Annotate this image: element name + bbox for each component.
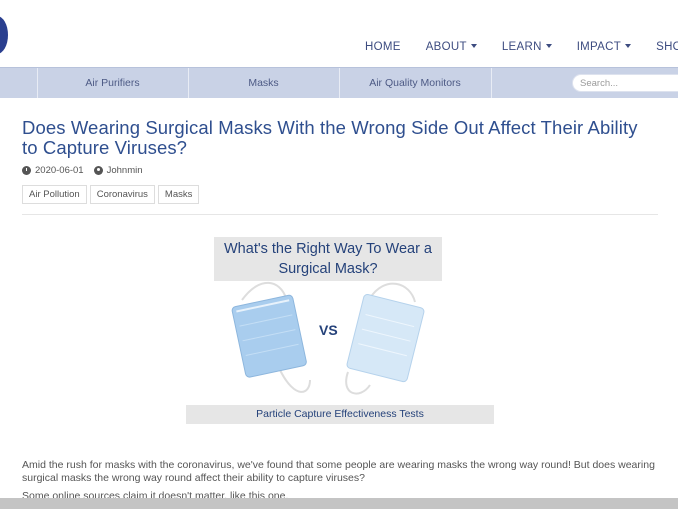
tag-masks[interactable]: Masks [157,185,200,204]
vs-label: VS [319,322,338,338]
article-title: Does Wearing Surgical Masks With the Wro… [22,117,638,158]
nav-about-label: ABOUT [425,41,467,53]
tag-coronavirus[interactable]: Coronavirus [89,185,155,204]
surgical-masks-illustration [231,281,425,395]
horizontal-scrollbar[interactable] [0,498,678,509]
clock-icon [22,166,31,175]
image-caption: Particle Capture Effectiveness Tests [186,405,494,424]
category-nav: Air Purifiers Masks Air Quality Monitors… [0,67,678,98]
divider [491,68,492,98]
search-input[interactable]: Search... [572,74,678,92]
chevron-down-icon [625,44,632,48]
nav-impact-label: IMPACT [576,41,622,53]
article-meta: 2020-06-01 Johnmin [22,165,143,176]
article-author[interactable]: Johnmin [107,165,143,176]
nav-impact[interactable]: IMPACT [576,41,632,53]
logo[interactable] [0,16,8,54]
tag-list: Air Pollution Coronavirus Masks [22,185,202,204]
subnav-air-quality-monitors[interactable]: Air Quality Monitors [339,77,491,89]
nav-home[interactable]: HOME [365,41,401,53]
chevron-down-icon [470,44,477,48]
nav-shop[interactable]: SHOP [656,41,678,53]
nav-learn[interactable]: LEARN [502,41,552,53]
image-heading: What's the Right Way To Wear a Surgical … [214,237,442,281]
article-date: 2020-06-01 [35,165,84,176]
divider [22,214,658,215]
subnav-masks[interactable]: Masks [188,77,339,89]
subnav-air-purifiers[interactable]: Air Purifiers [37,77,188,89]
tag-air-pollution[interactable]: Air Pollution [22,185,87,204]
user-icon [93,166,103,175]
nav-learn-label: LEARN [501,41,542,53]
top-nav: HOME ABOUT LEARN IMPACT SHOP [365,41,678,53]
nav-about[interactable]: ABOUT [426,41,477,53]
chevron-down-icon [545,44,552,48]
article-paragraph: Amid the rush for masks with the coronav… [22,459,655,484]
